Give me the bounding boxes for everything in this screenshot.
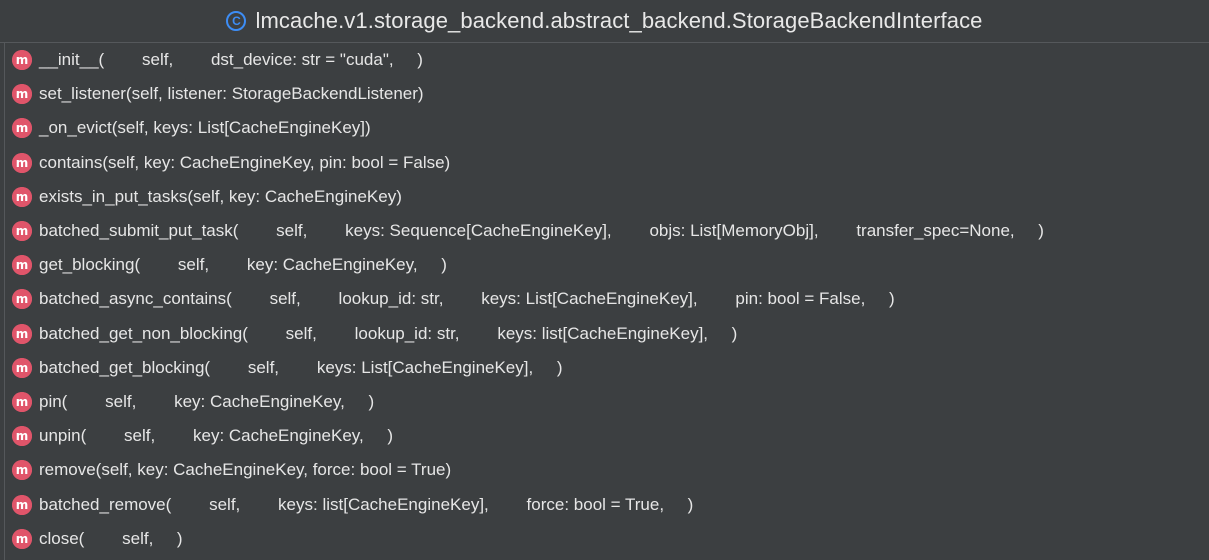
method-item-get-blocking[interactable]: m get_blocking( self, key: CacheEngineKey… xyxy=(5,248,1209,282)
method-icon: m xyxy=(12,528,32,549)
method-signature: exists_in_put_tasks(self, key: CacheEngi… xyxy=(39,186,402,206)
method-signature: close( self, ) xyxy=(39,528,183,548)
method-signature: batched_remove( self, keys: list[CacheEn… xyxy=(39,494,694,514)
method-icon: m xyxy=(12,152,32,173)
method-signature: batched_async_contains( self, lookup_id:… xyxy=(39,289,895,309)
method-signature: get_blocking( self, key: CacheEngineKey,… xyxy=(39,255,447,275)
method-signature: remove(self, key: CacheEngineKey, force:… xyxy=(39,460,452,480)
structure-popup: C lmcache.v1.storage_backend.abstract_ba… xyxy=(0,0,1209,560)
method-signature: __init__( self, dst_device: str = "cuda"… xyxy=(39,50,423,70)
method-item-exists-in-put-tasks[interactable]: m exists_in_put_tasks(self, key: CacheEng… xyxy=(5,180,1209,214)
method-icon: m xyxy=(12,391,32,412)
popup-header: C lmcache.v1.storage_backend.abstract_ba… xyxy=(0,0,1209,43)
method-icon: m xyxy=(12,323,32,344)
method-icon: m xyxy=(12,186,32,207)
method-icon: m xyxy=(12,494,32,515)
method-signature: batched_get_blocking( self, keys: List[C… xyxy=(39,357,563,377)
method-item-batched-submit-put-task[interactable]: m batched_submit_put_task( self, keys: Se… xyxy=(5,214,1209,248)
method-list: m __init__( self, dst_device: str = "cuda… xyxy=(4,43,1209,560)
method-item-on-evict[interactable]: m _on_evict(self, keys: List[CacheEngineK… xyxy=(5,111,1209,145)
method-signature: _on_evict(self, keys: List[CacheEngineKe… xyxy=(39,118,371,138)
method-signature: unpin( self, key: CacheEngineKey, ) xyxy=(39,426,394,446)
method-icon: m xyxy=(12,289,32,310)
method-icon: m xyxy=(12,84,32,105)
method-icon: m xyxy=(12,460,32,481)
method-item-batched-async-contains[interactable]: m batched_async_contains( self, lookup_id… xyxy=(5,282,1209,316)
method-signature: batched_submit_put_task( self, keys: Seq… xyxy=(39,221,1044,241)
method-item-remove[interactable]: m remove(self, key: CacheEngineKey, force… xyxy=(5,453,1209,487)
method-icon: m xyxy=(12,357,32,378)
method-icon: m xyxy=(12,255,32,276)
method-item-batched-get-blocking[interactable]: m batched_get_blocking( self, keys: List[… xyxy=(5,351,1209,385)
method-icon: m xyxy=(12,221,32,242)
method-signature: batched_get_non_blocking( self, lookup_i… xyxy=(39,323,738,343)
method-icon: m xyxy=(12,426,32,447)
method-icon: m xyxy=(12,118,32,139)
method-signature: set_listener(self, listener: StorageBack… xyxy=(39,84,424,104)
method-item-batched-remove[interactable]: m batched_remove( self, keys: list[CacheE… xyxy=(5,487,1209,521)
method-item-pin[interactable]: m pin( self, key: CacheEngineKey, ) xyxy=(5,385,1209,419)
method-item-batched-get-non-blocking[interactable]: m batched_get_non_blocking( self, lookup_… xyxy=(5,317,1209,351)
method-signature: contains(self, key: CacheEngineKey, pin:… xyxy=(39,152,451,172)
class-icon: C xyxy=(226,11,247,31)
method-item-init[interactable]: m __init__( self, dst_device: str = "cuda… xyxy=(5,43,1209,77)
method-item-close[interactable]: m close( self, ) xyxy=(5,522,1209,556)
class-name-title: lmcache.v1.storage_backend.abstract_back… xyxy=(255,8,983,33)
method-item-contains[interactable]: m contains(self, key: CacheEngineKey, pin… xyxy=(5,146,1209,180)
method-signature: pin( self, key: CacheEngineKey, ) xyxy=(39,391,375,411)
method-icon: m xyxy=(12,50,32,71)
method-item-unpin[interactable]: m unpin( self, key: CacheEngineKey, ) xyxy=(5,419,1209,453)
method-item-set-listener[interactable]: m set_listener(self, listener: StorageBac… xyxy=(5,77,1209,111)
